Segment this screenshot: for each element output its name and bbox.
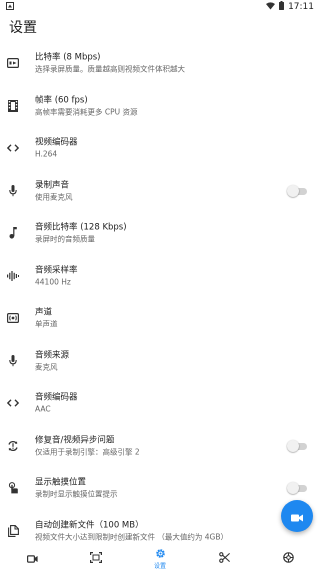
toggle-thumb [287,482,299,495]
setting-title: 视频编码器 [35,137,78,148]
film-frame-icon [5,98,21,114]
setting-audio-encoder[interactable]: 音频编码器 AAC [0,382,320,425]
setting-title: 声道 [35,307,53,318]
mic-icon [5,353,21,369]
toggle-thumb [287,439,299,452]
setting-show-touches[interactable]: 显示触摸位置 录制时显示触摸位置提示 [0,467,320,510]
setting-title: 音频比特率 (128 Kbps) [35,222,127,233]
setting-subtitle: 选择录屏质量。质量越高则视频文件体积越大 [35,64,185,74]
file-copy-icon [5,523,21,539]
notification-icon [6,1,14,13]
record-fab-button[interactable] [281,500,313,532]
setting-title: 录制声音 [35,180,70,191]
surround-sound-icon [5,310,21,326]
setting-subtitle: 录屏时的音频质量 [35,234,95,244]
page-title: 设置 [9,20,37,36]
setting-subtitle: 仅适用于录制引擎：高级引擎 2 [35,447,140,457]
code-icon [5,395,21,411]
setting-subtitle: 麦克风 [35,362,58,372]
setting-subtitle: 录制时显示触摸位置提示 [35,489,118,499]
videocam-icon [26,548,38,567]
setting-subtitle: 高帧率需要消耗更多 CPU 资源 [35,107,138,117]
setting-audio-channels[interactable]: 声道 单声道 [0,297,320,340]
setting-subtitle: H.264 [35,149,58,159]
setting-subtitle: AAC [35,404,51,414]
setting-video-encoder[interactable]: 视频编码器 H.264 [0,127,320,170]
code-icon [5,140,21,156]
status-bar: 17:11 [0,0,320,14]
mic-icon [5,183,21,199]
setting-title: 音频编码器 [35,392,78,403]
show-touches-toggle[interactable] [287,482,307,495]
screenshot-icon [90,548,102,567]
bottom-nav: 设置 [0,542,320,572]
setting-title: 显示触摸位置 [35,477,87,488]
setting-subtitle: 视频文件大小达到限制时创建新文件 （最大值约为 4GB） [35,532,228,542]
wifi-icon [266,1,276,13]
videocam-icon [291,507,303,526]
setting-subtitle: 单声道 [35,319,58,329]
setting-title: 自动创建新文件（100 MB） [35,520,144,531]
setting-title: 比特率 (8 Mbps) [35,52,101,63]
setting-title: 音频采样率 [35,265,78,276]
nav-item-screenshot[interactable] [64,542,128,572]
setting-audio-sample-rate[interactable]: 音频采样率 44100 Hz [0,255,320,298]
nav-item-record[interactable] [0,542,64,572]
sync-icon [5,438,21,454]
setting-audio-bitrate[interactable]: 音频比特率 (128 Kbps) 录屏时的音频质量 [0,212,320,255]
nav-label-settings: 设置 [153,562,166,570]
settings-list: 比特率 (8 Mbps) 选择录屏质量。质量越高则视频文件体积越大 帧率 (60… [0,42,320,552]
setting-record-audio[interactable]: 录制声音 使用麦克风 [0,170,320,213]
setting-av-sync-fix[interactable]: 修复音/视频异步问题 仅适用于录制引擎：高级引擎 2 [0,425,320,468]
nav-item-edit[interactable] [192,542,256,572]
setting-video-bitrate[interactable]: 比特率 (8 Mbps) 选择录屏质量。质量越高则视频文件体积越大 [0,42,320,85]
record-audio-toggle[interactable] [287,184,307,197]
setting-audio-source[interactable]: 音频来源 麦克风 [0,340,320,383]
setting-subtitle: 44100 Hz [35,277,71,287]
status-time: 17:11 [288,2,314,12]
nav-item-settings[interactable]: 设置 [128,542,192,572]
setting-frame-rate[interactable]: 帧率 (60 fps) 高帧率需要消耗更多 CPU 资源 [0,85,320,128]
battery-icon [279,1,285,13]
toggle-thumb [287,184,299,197]
scissors-icon [218,548,230,567]
setting-title: 修复音/视频异步问题 [35,435,115,446]
nav-item-tools[interactable] [256,542,320,572]
av-sync-toggle[interactable] [287,439,307,452]
bitrate-icon [5,55,21,71]
waveform-icon [5,268,21,284]
tools-icon [282,548,294,567]
settings-gear-icon [155,544,166,563]
setting-subtitle: 使用麦克风 [35,192,73,202]
setting-title: 帧率 (60 fps) [35,95,88,106]
music-note-icon [5,225,21,241]
touch-icon [5,480,21,496]
setting-title: 音频来源 [35,350,70,361]
